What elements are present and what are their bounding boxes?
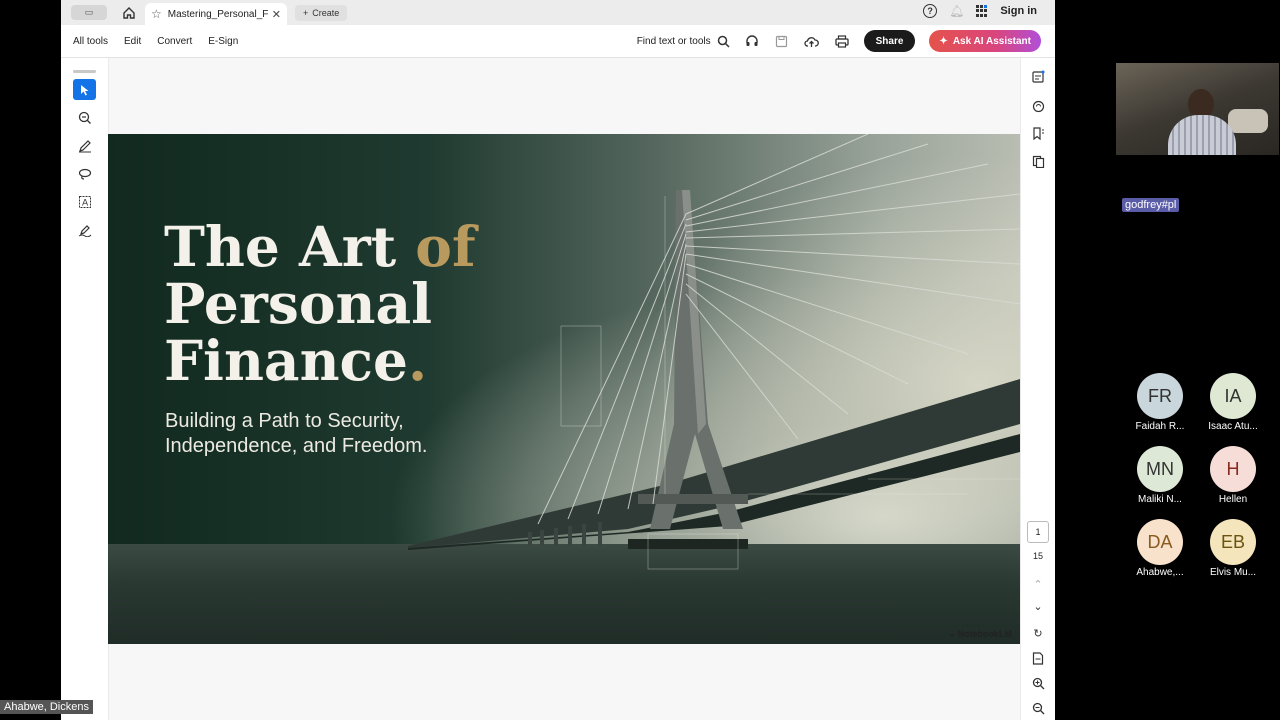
presentation-slide: The Art of Personal Finance. Building a … [108,134,1020,644]
pen-icon[interactable] [73,135,96,156]
right-rail: 1 15 ⌃ ⌄ ↻ [1020,58,1055,720]
tab-bar: ▭ ☆ Mastering_Personal_Fi... ✕ + Create … [61,0,1055,25]
menu-edit[interactable]: Edit [124,36,141,47]
ai-summary-icon[interactable] [1030,68,1046,84]
create-label: Create [312,7,340,18]
zoom-out-icon[interactable] [1030,700,1046,716]
star-icon[interactable]: ☆ [151,7,162,21]
upload-cloud-icon[interactable] [804,33,820,49]
plus-icon: + [303,7,309,18]
title-line1a: The Art [164,214,416,279]
menu-convert[interactable]: Convert [157,36,192,47]
participant-tile[interactable]: MN Maliki N... [1123,446,1197,505]
avatar: MN [1137,446,1183,492]
slide-title: The Art of Personal Finance. [164,218,476,389]
active-speaker-tag: Ahabwe, Dickens [0,700,93,714]
title-line3a: Finance [164,328,409,393]
headphones-icon[interactable] [744,33,760,49]
ai-assistant-label: Ask AI Assistant [952,35,1031,47]
fit-page-icon[interactable] [1030,650,1046,666]
notebooklm-label: NotebookLM [957,629,1013,639]
comment-zoom-icon[interactable] [73,107,96,128]
home-icon[interactable] [121,5,137,21]
document-tab[interactable]: ☆ Mastering_Personal_Fi... ✕ [145,3,287,25]
title-line1b: of [415,214,476,279]
presenter-video[interactable] [1116,63,1279,155]
participant-tile[interactable]: H Hellen [1196,446,1270,505]
avatar: EB [1210,519,1256,565]
menu-bar: All tools Edit Convert E-Sign [73,36,254,47]
search-icon [717,35,730,48]
find-label: Find text or tools [636,35,711,47]
create-button[interactable]: + Create [295,4,348,21]
slide-subtitle: Building a Path to Security, Independenc… [165,409,495,459]
tab-title: Mastering_Personal_Fi... [167,8,268,20]
pdf-viewer-window: ▭ ☆ Mastering_Personal_Fi... ✕ + Create … [61,0,1055,720]
text-box-icon[interactable]: A [73,191,96,212]
comment-icon[interactable] [1030,98,1046,114]
avatar: DA [1137,519,1183,565]
participant-tile[interactable]: FR Faidah R... [1123,373,1197,432]
total-pages: 15 [1032,551,1043,561]
participant-name: Hellen [1218,494,1248,505]
avatar: H [1210,446,1256,492]
bookmark-icon[interactable] [1030,125,1046,141]
print-icon[interactable] [834,33,850,49]
save-icon[interactable] [774,33,790,49]
participant-name: Elvis Mu... [1209,567,1257,578]
chevron-up-icon[interactable]: ⌃ [1030,576,1046,592]
rail-grip [73,70,96,73]
lasso-icon[interactable] [73,163,96,184]
participant-name: Ahabwe,... [1136,567,1184,578]
close-icon[interactable]: ✕ [272,8,281,21]
notebooklm-logo-icon: ◒ [949,629,955,639]
avatar: FR [1137,373,1183,419]
video-background [1228,109,1268,133]
tabbar-right: ? 🔔︎ Sign in [923,4,1037,18]
participant-name: Maliki N... [1138,494,1182,505]
participant-tile[interactable]: DA Ahabwe,... [1123,519,1197,578]
presenter-name-tag: godfrey#pl [1122,198,1180,212]
ai-sparkle-icon: ✦ [939,35,948,47]
signature-pen-icon[interactable] [73,219,96,240]
presenter-body [1168,115,1236,155]
screen: ▭ ☆ Mastering_Personal_Fi... ✕ + Create … [0,0,1280,720]
subtitle-line2: Independence, and Freedom. [165,435,428,457]
menu-all-tools[interactable]: All tools [73,36,108,47]
title-line2: Personal [164,271,433,336]
share-button[interactable]: Share [863,30,916,52]
refresh-icon[interactable]: ↻ [1030,625,1046,641]
chevron-down-icon[interactable]: ⌄ [1030,598,1046,614]
menu-e-sign[interactable]: E-Sign [208,36,238,47]
sign-in-link[interactable]: Sign in [1000,5,1037,17]
help-icon[interactable]: ? [923,4,938,18]
toolbar-right: Find text or tools Share ✦ Ask AI Assist… [637,30,1041,52]
notebooklm-brand: ◒ NotebookLM [949,629,1012,639]
svg-text:A: A [82,198,89,208]
subtitle-line1: Building a Path to Security, [165,410,404,432]
bell-icon[interactable]: 🔔︎ [949,4,964,18]
ai-assistant-button[interactable]: ✦ Ask AI Assistant [929,30,1041,52]
current-page-field[interactable]: 1 [1027,521,1049,543]
zoom-in-icon[interactable] [1030,675,1046,691]
participant-tile[interactable]: EB Elvis Mu... [1196,519,1270,578]
participant-tile[interactable]: IA Isaac Atu... [1196,373,1270,432]
sidebar-toggle-icon[interactable]: ▭ [71,5,107,20]
main-toolbar: All tools Edit Convert E-Sign Find text … [61,25,1055,58]
avatar: IA [1210,373,1256,419]
participant-name: Faidah R... [1135,421,1185,432]
apps-grid-icon[interactable] [976,5,988,17]
participant-name: Isaac Atu... [1208,421,1258,432]
left-tool-rail: A [61,58,109,720]
select-cursor-icon[interactable] [73,79,96,100]
title-line3b: . [408,328,428,393]
pages-icon[interactable] [1030,153,1046,169]
find-text-button[interactable]: Find text or tools [637,35,730,48]
